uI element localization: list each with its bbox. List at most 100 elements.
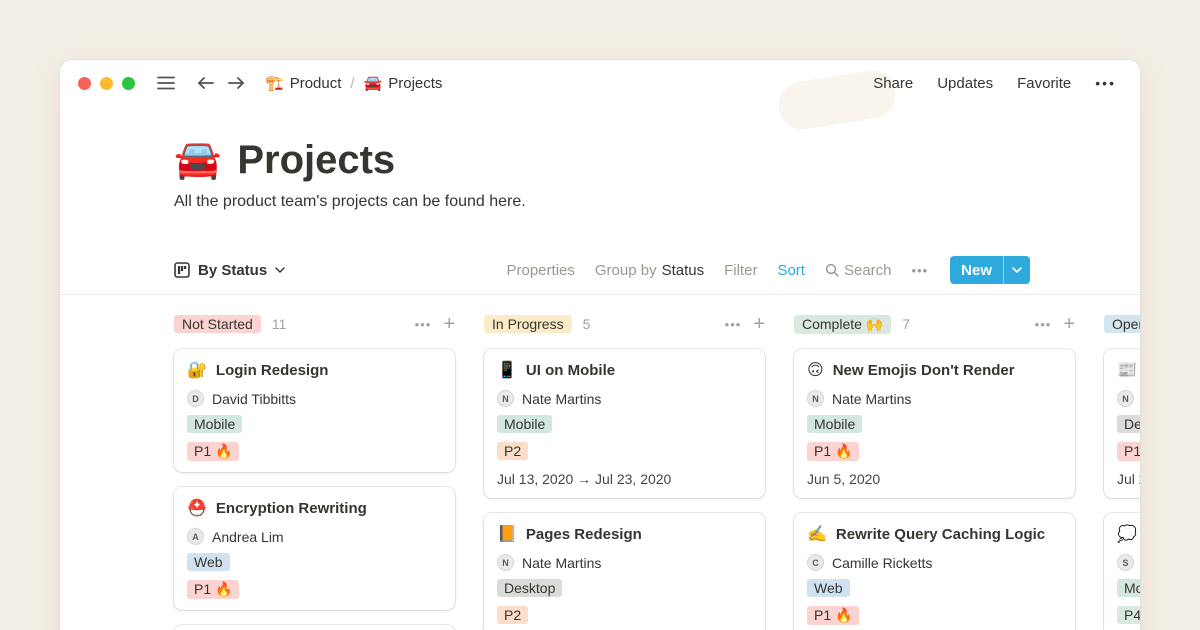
card-new-emojis-dont-render[interactable]: 🙃 New Emojis Don't Render N Nate Martins… bbox=[794, 349, 1075, 498]
platform-tag: Web bbox=[807, 579, 850, 597]
page-title-text: Projects bbox=[237, 136, 395, 184]
search-icon bbox=[825, 263, 839, 277]
column-more-button[interactable]: ••• bbox=[725, 317, 742, 332]
more-options-button[interactable]: ••• bbox=[1095, 75, 1116, 91]
share-button[interactable]: Share bbox=[873, 75, 913, 92]
column-status-pill[interactable]: Not Started bbox=[174, 315, 261, 333]
avatar: N bbox=[497, 390, 514, 407]
card-title: UI on Mobile bbox=[526, 362, 615, 379]
board-view-icon bbox=[174, 262, 190, 278]
avatar: N bbox=[497, 554, 514, 571]
view-switcher[interactable]: By Status bbox=[174, 262, 285, 279]
platform-tag: Mobile bbox=[497, 415, 552, 433]
forward-arrow-icon[interactable] bbox=[223, 70, 249, 96]
updates-button[interactable]: Updates bbox=[937, 75, 993, 92]
new-button[interactable]: New bbox=[950, 256, 1030, 284]
avatar: N bbox=[807, 390, 824, 407]
card-encryption-rewriting[interactable]: ⛑️ Encryption Rewriting A Andrea Lim Web… bbox=[174, 487, 455, 610]
column-count: 11 bbox=[272, 316, 287, 332]
breadcrumb-separator: / bbox=[348, 75, 356, 92]
breadcrumb-item-product[interactable]: 🏗️ Product bbox=[265, 74, 341, 92]
platform-tag: Mobile bbox=[807, 415, 862, 433]
column-count: 7 bbox=[902, 316, 910, 332]
platform-tag: Mob bbox=[1117, 579, 1140, 597]
locked-with-key-icon: 🔐 bbox=[187, 360, 207, 380]
column-not-started: Not Started 11 ••• + 🔐 Login Redesign D … bbox=[174, 313, 455, 630]
sidebar-menu-icon[interactable] bbox=[153, 70, 179, 96]
assignee-name: David Tibbitts bbox=[212, 391, 296, 407]
breadcrumb-item-projects[interactable]: 🚘 Projects bbox=[364, 74, 443, 92]
breadcrumb-label: Projects bbox=[388, 75, 442, 92]
topbar-actions: Share Updates Favorite ••• bbox=[873, 75, 1116, 92]
filter-button[interactable]: Filter bbox=[724, 262, 757, 279]
column-status-pill[interactable]: Open bbox=[1104, 315, 1140, 333]
red-car-page-icon[interactable]: 🚘 bbox=[174, 136, 221, 184]
page-description: All the product team's projects can be f… bbox=[174, 193, 1140, 211]
page-title: 🚘 Projects bbox=[174, 136, 1140, 184]
card-rewrite-query-caching-logic[interactable]: ✍️ Rewrite Query Caching Logic C Camille… bbox=[794, 513, 1075, 630]
close-window-button[interactable] bbox=[78, 77, 91, 90]
search-button[interactable]: Search bbox=[825, 262, 892, 279]
group-by-value: Status bbox=[662, 262, 705, 279]
chevron-down-icon bbox=[1012, 267, 1022, 273]
toolbar-menu: Properties Group by Status Filter Sort S… bbox=[507, 256, 1031, 284]
priority-tag: P1 🔥 bbox=[1117, 442, 1140, 461]
priority-tag: P1 🔥 bbox=[187, 442, 239, 461]
group-by-button[interactable]: Group by Status bbox=[595, 262, 704, 279]
column-status-pill[interactable]: In Progress bbox=[484, 315, 572, 333]
priority-tag: P1 🔥 bbox=[807, 442, 859, 461]
upside-down-face-icon: 🙃 bbox=[807, 360, 824, 380]
column-add-button[interactable]: + bbox=[753, 315, 765, 333]
priority-tag: P4 bbox=[1117, 606, 1140, 624]
assignee-name: Andrea Lim bbox=[212, 529, 284, 545]
kanban-board: Not Started 11 ••• + 🔐 Login Redesign D … bbox=[174, 313, 1140, 630]
card-login-redesign[interactable]: 🔐 Login Redesign D David Tibbitts Mobile… bbox=[174, 349, 455, 472]
column-more-button[interactable]: ••• bbox=[1035, 317, 1052, 332]
avatar: A bbox=[187, 528, 204, 545]
group-by-label: Group by bbox=[595, 262, 657, 279]
zoom-window-button[interactable] bbox=[122, 77, 135, 90]
card-pages-redesign[interactable]: 📙 Pages Redesign N Nate Martins Desktop … bbox=[484, 513, 765, 630]
priority-tag: P2 bbox=[497, 442, 528, 460]
assignee-name: Nate Martins bbox=[522, 391, 601, 407]
column-add-button[interactable]: + bbox=[1063, 315, 1075, 333]
mobile-phone-icon: 📱 bbox=[497, 360, 517, 380]
card-date: Jul 2 bbox=[1117, 471, 1140, 487]
view-toolbar: By Status Properties Group by Status Fil… bbox=[174, 255, 1030, 285]
new-button-chevron[interactable] bbox=[1004, 256, 1030, 284]
column-add-button[interactable]: + bbox=[443, 315, 455, 333]
new-button-label: New bbox=[950, 256, 1003, 284]
avatar: N bbox=[1117, 390, 1134, 407]
window-controls bbox=[78, 77, 135, 90]
column-header: Not Started 11 ••• + bbox=[174, 313, 455, 335]
column-status-pill[interactable]: Complete 🙌 bbox=[794, 315, 891, 334]
column-open: Open 📰 P N N Des P1 🔥 Jul 2 💭 C bbox=[1104, 313, 1140, 630]
search-label: Search bbox=[844, 262, 892, 279]
platform-tag: Desktop bbox=[497, 579, 562, 597]
card-clipped-2[interactable]: 💭 C S S Mob P4 bbox=[1104, 513, 1140, 630]
properties-button[interactable]: Properties bbox=[507, 262, 575, 279]
sort-button[interactable]: Sort bbox=[777, 262, 805, 279]
minimize-window-button[interactable] bbox=[100, 77, 113, 90]
assignee-name: Nate Martins bbox=[832, 391, 911, 407]
window-topbar: 🏗️ Product / 🚘 Projects Share Updates Fa… bbox=[60, 60, 1140, 106]
avatar: S bbox=[1117, 554, 1134, 571]
column-header: Complete 🙌 7 ••• + bbox=[794, 313, 1075, 335]
newspaper-icon: 📰 bbox=[1117, 360, 1137, 380]
partial-card[interactable] bbox=[174, 625, 455, 630]
column-more-button[interactable]: ••• bbox=[415, 317, 432, 332]
favorite-button[interactable]: Favorite bbox=[1017, 75, 1071, 92]
priority-tag: P2 bbox=[497, 606, 528, 624]
card-title: Encryption Rewriting bbox=[216, 500, 367, 517]
card-title: Rewrite Query Caching Logic bbox=[836, 526, 1045, 543]
platform-tag: Mobile bbox=[187, 415, 242, 433]
toolbar-more-button[interactable]: ••• bbox=[912, 263, 929, 278]
card-ui-on-mobile[interactable]: 📱 UI on Mobile N Nate Martins Mobile P2 … bbox=[484, 349, 765, 498]
back-arrow-icon[interactable] bbox=[193, 70, 219, 96]
column-count: 5 bbox=[583, 316, 591, 332]
card-clipped-1[interactable]: 📰 P N N Des P1 🔥 Jul 2 bbox=[1104, 349, 1140, 498]
thought-balloon-icon: 💭 bbox=[1117, 524, 1137, 544]
assignee-name: Camille Ricketts bbox=[832, 555, 932, 571]
red-car-icon: 🚘 bbox=[364, 74, 383, 92]
breadcrumb: 🏗️ Product / 🚘 Projects bbox=[265, 74, 442, 92]
